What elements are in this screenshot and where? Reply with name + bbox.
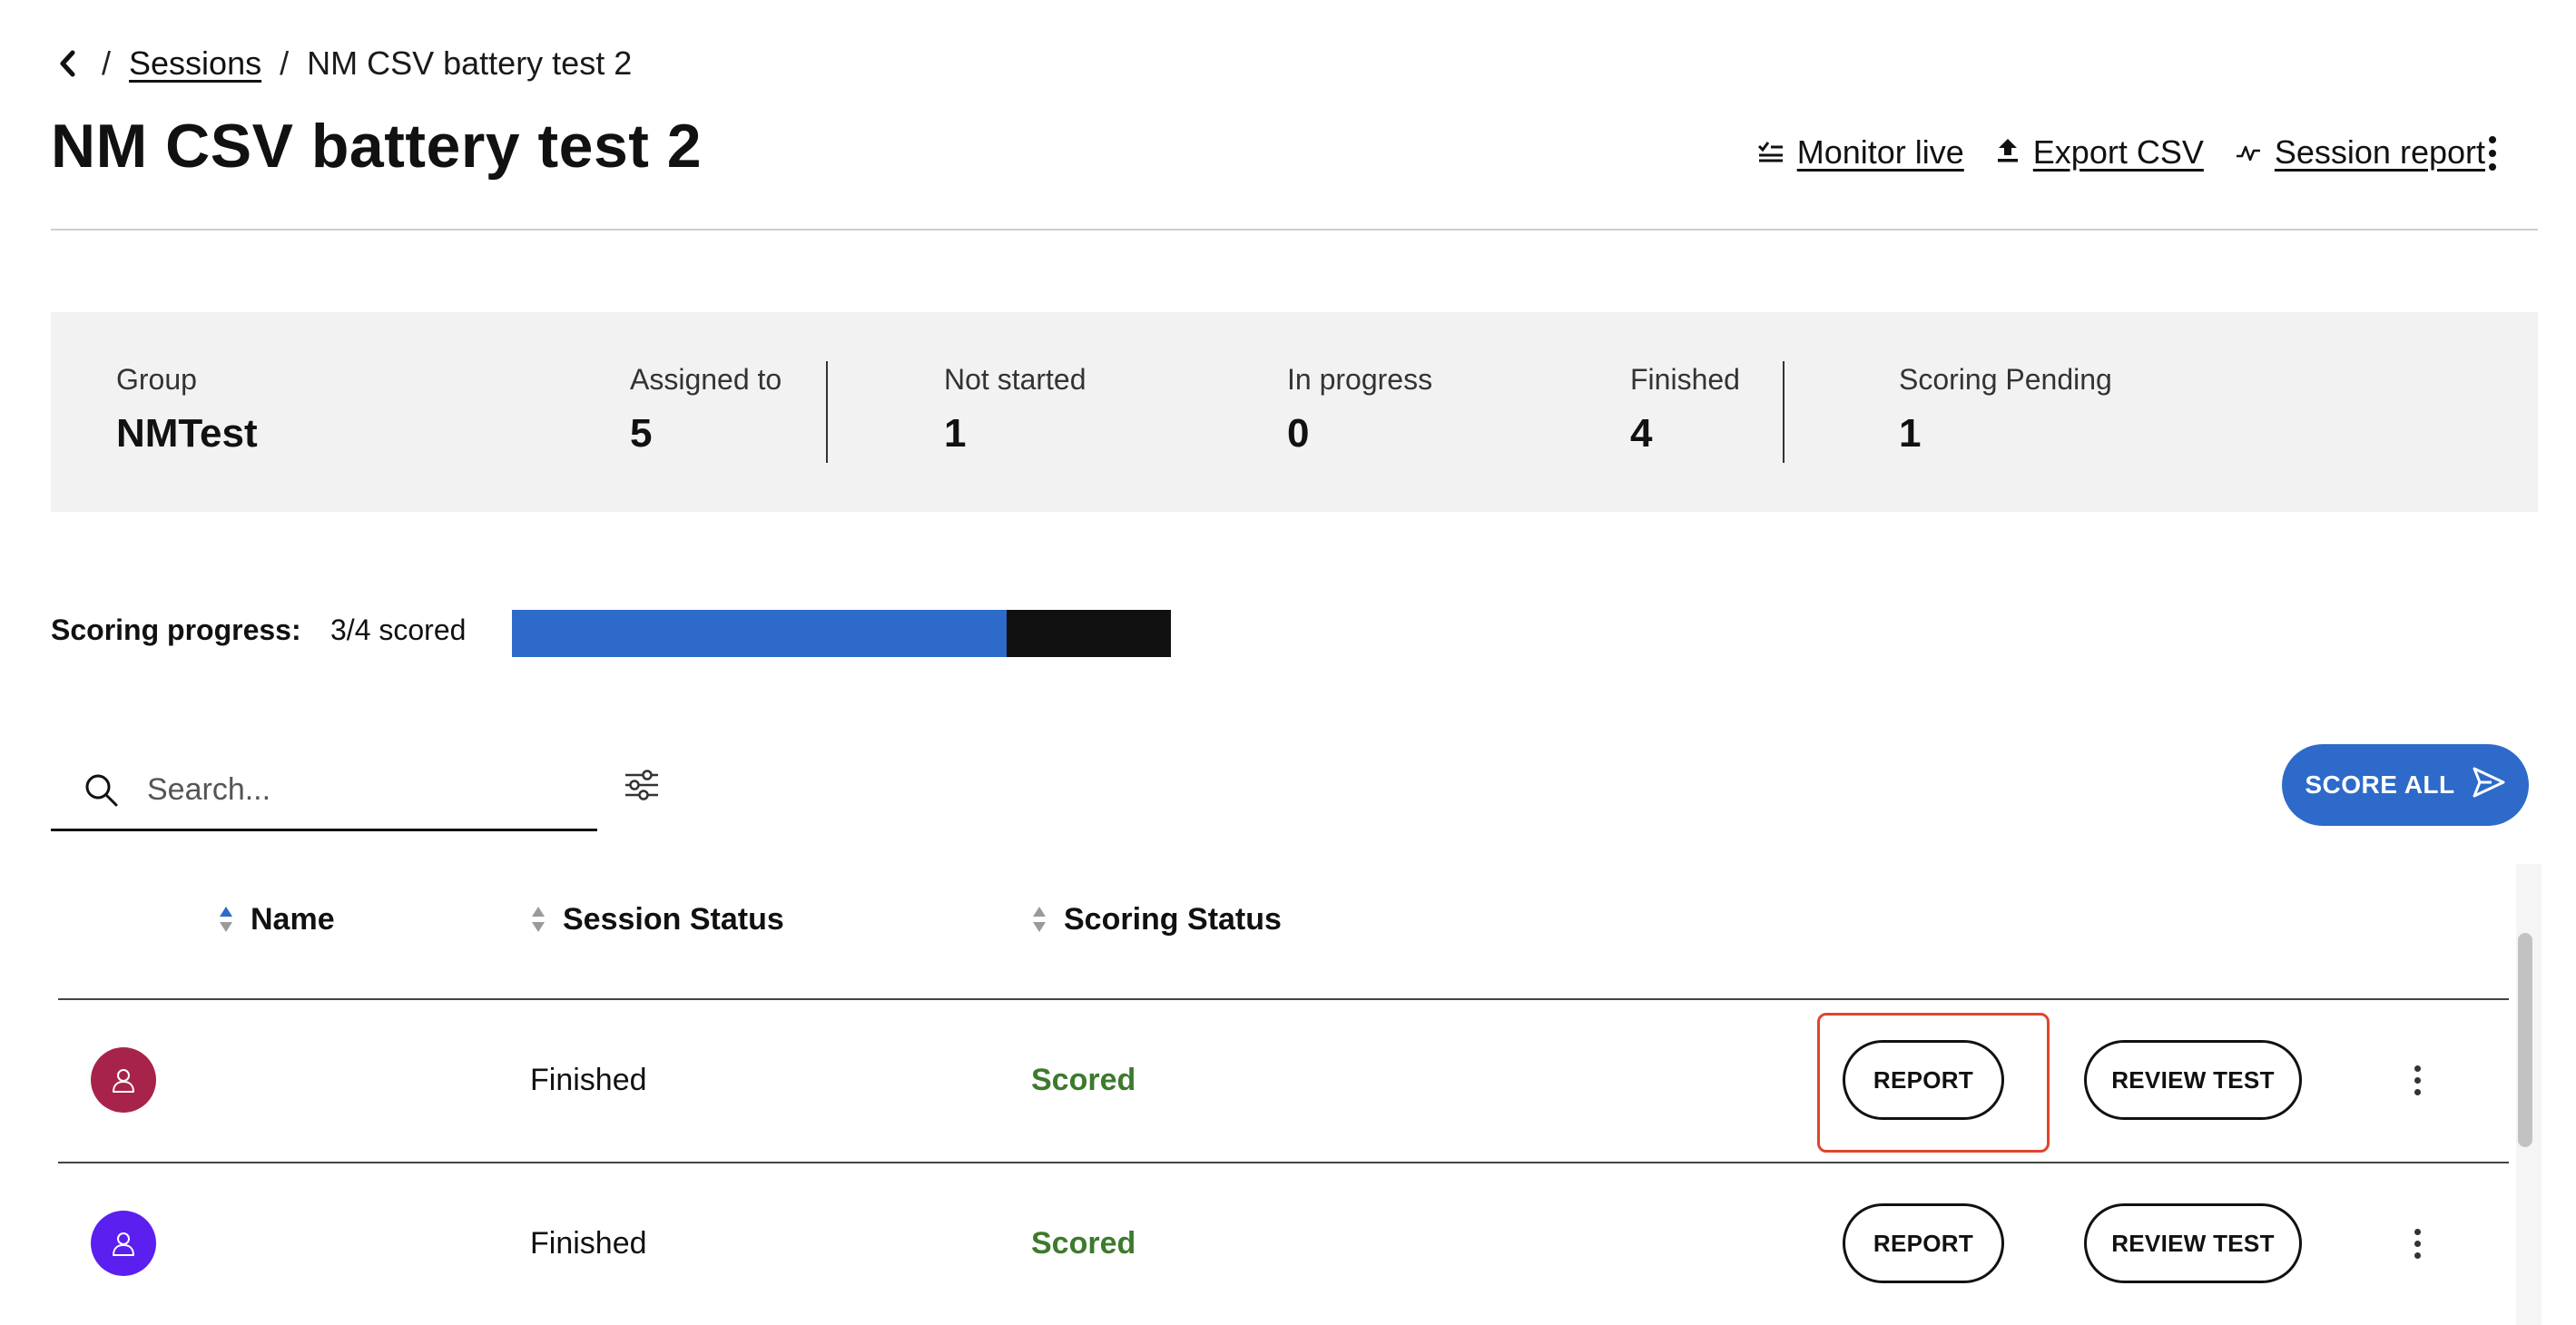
- session-status-cell: Finished: [530, 1226, 647, 1261]
- checklist-icon: [1757, 133, 1785, 172]
- stat-divider: [826, 361, 828, 463]
- stat-label: Assigned to: [630, 363, 782, 396]
- send-icon: [2472, 766, 2506, 805]
- stat-scoring-pending: Scoring Pending 1: [1899, 363, 2112, 456]
- score-all-button[interactable]: SCORE ALL: [2282, 744, 2529, 826]
- more-options-icon[interactable]: [2474, 132, 2511, 174]
- monitor-live-button[interactable]: Monitor live: [1757, 133, 1964, 172]
- scrollbar-thumb[interactable]: [2518, 933, 2532, 1147]
- stat-label: Scoring Pending: [1899, 363, 2112, 396]
- sort-icon: [530, 903, 546, 936]
- review-test-button[interactable]: REVIEW TEST: [2084, 1040, 2302, 1120]
- row-divider: [58, 1162, 2509, 1163]
- monitor-live-label: Monitor live: [1796, 133, 1964, 171]
- avatar: [91, 1047, 156, 1113]
- chevron-left-icon[interactable]: [53, 42, 84, 85]
- search-box: [51, 751, 597, 831]
- export-csv-button[interactable]: Export CSV: [1995, 133, 2204, 172]
- report-button-highlight: [1817, 1013, 2050, 1153]
- scoring-status-cell: Scored: [1031, 1063, 1136, 1097]
- report-button[interactable]: REPORT: [1843, 1203, 2004, 1283]
- stat-label: Not started: [944, 363, 1086, 396]
- breadcrumb-current: NM CSV battery test 2: [307, 44, 633, 82]
- session-summary-panel: Group NMTest Assigned to 5 Not started 1…: [51, 312, 2538, 512]
- stat-in-progress: In progress 0: [1287, 363, 1432, 456]
- activity-icon: [2235, 133, 2262, 172]
- scoring-status-cell: Scored: [1031, 1226, 1136, 1261]
- column-header-name[interactable]: Name: [218, 898, 335, 940]
- breadcrumb: / Sessions / NM CSV battery test 2: [53, 42, 632, 85]
- stat-value: NMTest: [116, 411, 258, 456]
- export-csv-label: Export CSV: [2032, 133, 2204, 171]
- header-actions: Monitor live Export CSV Session report: [1757, 125, 2485, 180]
- stat-not-started: Not started 1: [944, 363, 1086, 456]
- stat-value: 1: [944, 411, 967, 456]
- stat-divider: [1783, 361, 1785, 463]
- upload-icon: [1995, 133, 2020, 172]
- session-report-label: Session report: [2274, 133, 2485, 171]
- scoring-progress-value: 3/4 scored: [330, 613, 467, 646]
- column-header-label: Scoring Status: [1064, 901, 1282, 937]
- stat-assigned: Assigned to 5: [630, 363, 782, 456]
- score-all-label: SCORE ALL: [2305, 770, 2455, 799]
- stat-value: 0: [1287, 411, 1310, 456]
- avatar: [91, 1211, 156, 1276]
- stat-label: Finished: [1630, 363, 1740, 396]
- session-report-button[interactable]: Session report: [2235, 133, 2485, 172]
- search-input[interactable]: [147, 772, 565, 808]
- scoring-progress-bar: [512, 610, 1171, 657]
- breadcrumb-sessions-link[interactable]: Sessions: [129, 44, 261, 83]
- column-header-session-status[interactable]: Session Status: [530, 898, 784, 940]
- stat-value: 5: [630, 411, 653, 456]
- search-icon: [80, 769, 123, 812]
- session-status-cell: Finished: [530, 1063, 647, 1097]
- stat-value: 4: [1630, 411, 1653, 456]
- page-title: NM CSV battery test 2: [51, 112, 703, 181]
- breadcrumb-separator: /: [102, 44, 112, 82]
- filter-sliders-icon[interactable]: [621, 764, 663, 806]
- user-icon: [113, 1069, 134, 1093]
- header-divider: [51, 229, 2538, 231]
- stat-finished: Finished 4: [1630, 363, 1740, 456]
- breadcrumb-separator: /: [280, 44, 290, 82]
- stat-label: In progress: [1287, 363, 1433, 396]
- column-header-label: Name: [251, 901, 335, 937]
- stat-label: Group: [116, 363, 197, 396]
- row-more-options-icon[interactable]: [2404, 1059, 2431, 1101]
- row-more-options-icon[interactable]: [2404, 1222, 2431, 1264]
- scoring-progress-label: Scoring progress:: [51, 613, 301, 646]
- sort-icon: [1031, 903, 1047, 936]
- stat-group: Group NMTest: [116, 363, 258, 456]
- user-icon: [113, 1232, 134, 1256]
- column-header-label: Session Status: [563, 901, 784, 937]
- column-header-scoring-status[interactable]: Scoring Status: [1031, 898, 1282, 940]
- scoring-progress-fill: [512, 610, 1007, 657]
- review-test-button[interactable]: REVIEW TEST: [2084, 1203, 2302, 1283]
- sort-ascending-icon: [218, 903, 234, 936]
- table-header-divider: [58, 998, 2509, 1000]
- stat-value: 1: [1899, 411, 1922, 456]
